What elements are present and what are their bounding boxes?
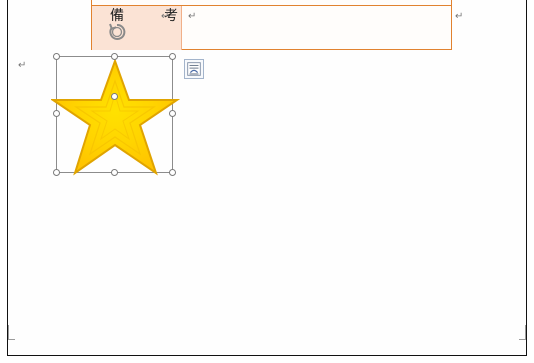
resize-handle-bottom-center[interactable] — [111, 169, 118, 176]
table-paragraph-mark-1: ↵ — [161, 11, 170, 22]
table-paragraph-mark-3: ↵ — [455, 11, 464, 22]
star-shape[interactable] — [51, 59, 180, 177]
layout-options-button[interactable] — [184, 59, 204, 79]
resize-handle-middle-left[interactable] — [53, 110, 60, 117]
rotate-icon[interactable] — [107, 22, 127, 42]
paragraph-mark-left: ↵ — [18, 60, 27, 71]
document-page: 備 考 ↵ ↵ ↵ ↵ — [0, 0, 534, 363]
resize-handle-top-left[interactable] — [53, 53, 60, 60]
resize-handle-top-center[interactable] — [111, 53, 118, 60]
resize-handle-top-right[interactable] — [169, 53, 176, 60]
resize-handle-bottom-right[interactable] — [169, 169, 176, 176]
page-border-left — [7, 0, 8, 355]
resize-handle-middle-right[interactable] — [169, 110, 176, 117]
shape-adjust-handle[interactable] — [111, 93, 118, 100]
bottom-right-margin-marker — [519, 325, 526, 340]
layout-options-icon — [187, 62, 201, 76]
table-paragraph-mark-2: ↵ — [188, 11, 197, 22]
right-frame-margin — [526, 0, 534, 363]
page-border-right — [526, 0, 527, 355]
bottom-left-margin-marker — [8, 325, 15, 340]
resize-handle-bottom-left[interactable] — [53, 169, 60, 176]
page-border-bottom — [7, 355, 527, 356]
